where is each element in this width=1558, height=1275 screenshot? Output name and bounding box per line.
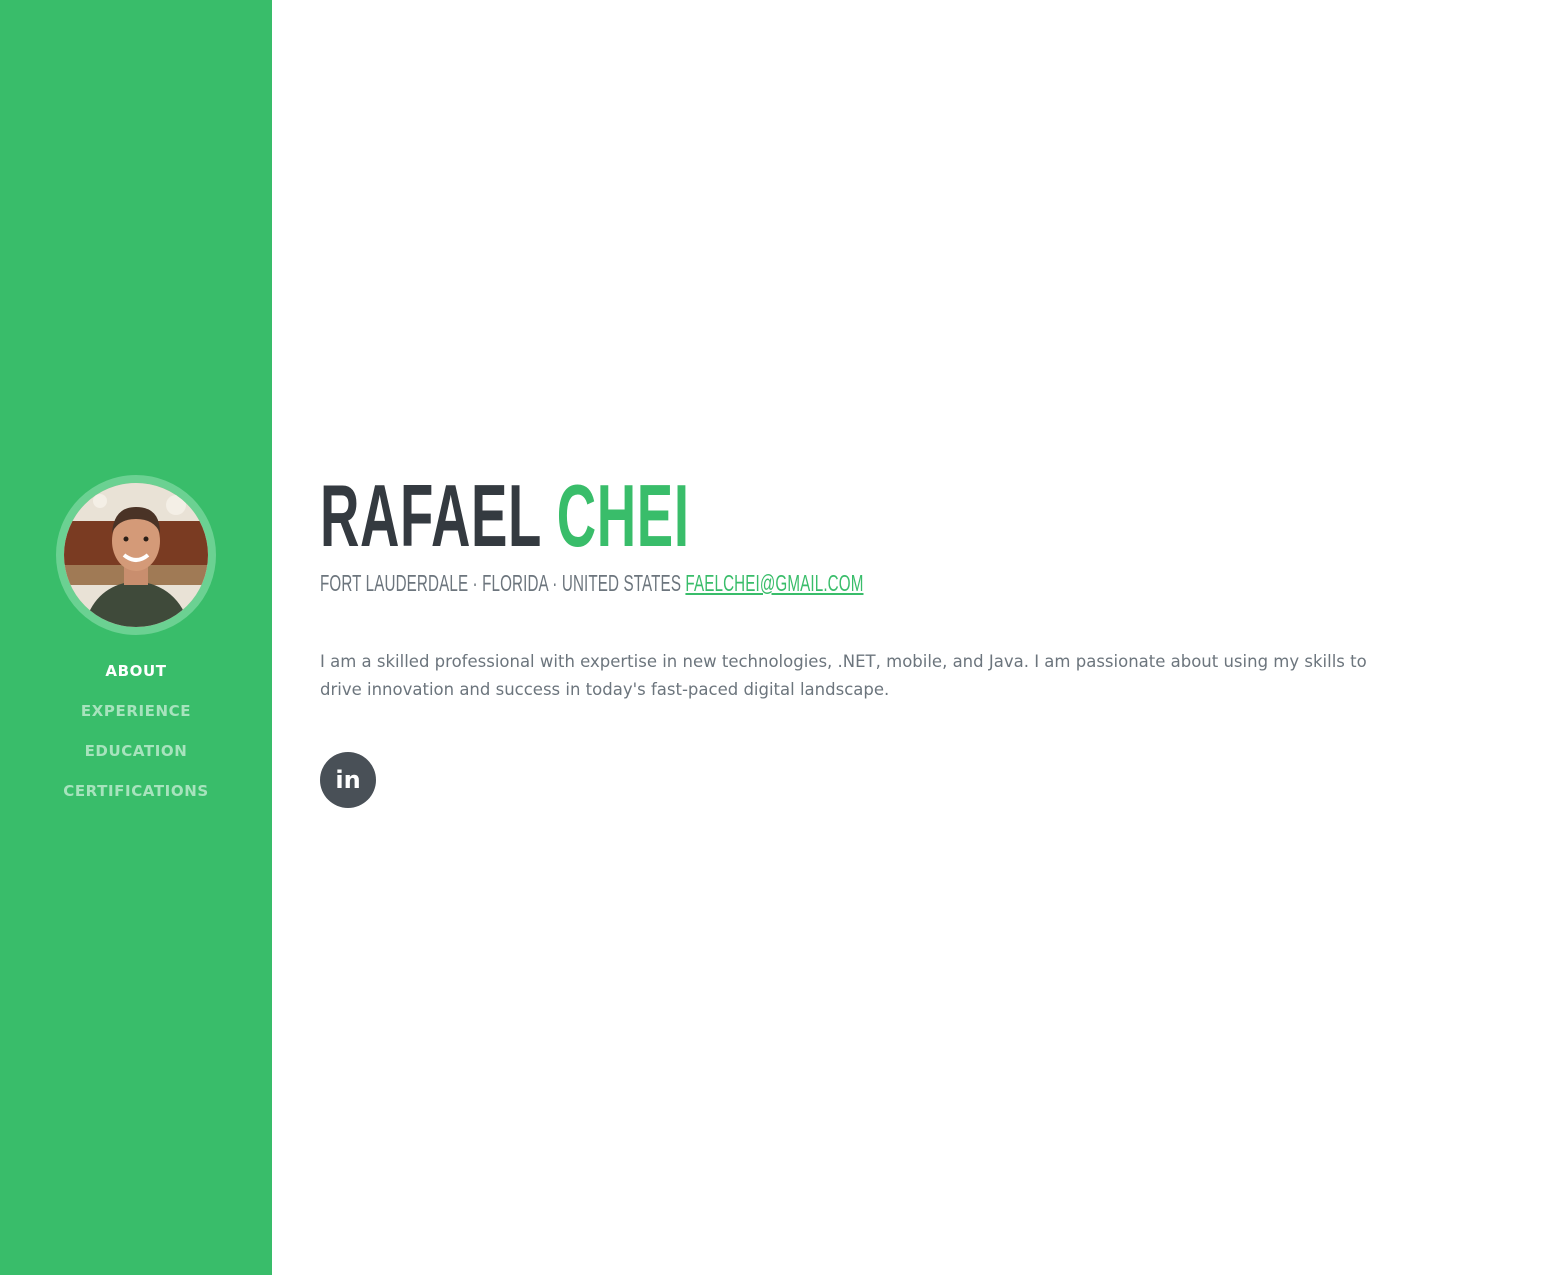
nav-item-about[interactable]: ABOUT — [0, 658, 272, 698]
email-link[interactable]: FAELCHEI@GMAIL.COM — [685, 570, 863, 596]
contact-line: FORT LAUDERDALE · FLORIDA · UNITED STATE… — [320, 568, 863, 598]
nav-item-education[interactable]: EDUCATION — [0, 738, 272, 778]
sidebar: ABOUT EXPERIENCE EDUCATION CERTIFICATION… — [0, 0, 272, 1275]
first-name: RAFAEL — [320, 466, 541, 565]
sidebar-nav: ABOUT EXPERIENCE EDUCATION CERTIFICATION… — [0, 658, 272, 818]
profile-avatar — [56, 475, 216, 635]
page-title: RAFAEL CHEI — [320, 466, 690, 566]
nav-item-experience[interactable]: EXPERIENCE — [0, 698, 272, 738]
linkedin-icon[interactable]: in — [320, 752, 376, 808]
about-section: RAFAEL CHEI FORT LAUDERDALE · FLORIDA · … — [320, 0, 1430, 1275]
profile-photo — [64, 483, 208, 627]
bio-text: I am a skilled professional with experti… — [320, 652, 1367, 699]
location-text: FORT LAUDERDALE · FLORIDA · UNITED STATE… — [320, 570, 682, 596]
nav-item-certifications[interactable]: CERTIFICATIONS — [0, 778, 272, 818]
last-name: CHEI — [556, 466, 690, 565]
